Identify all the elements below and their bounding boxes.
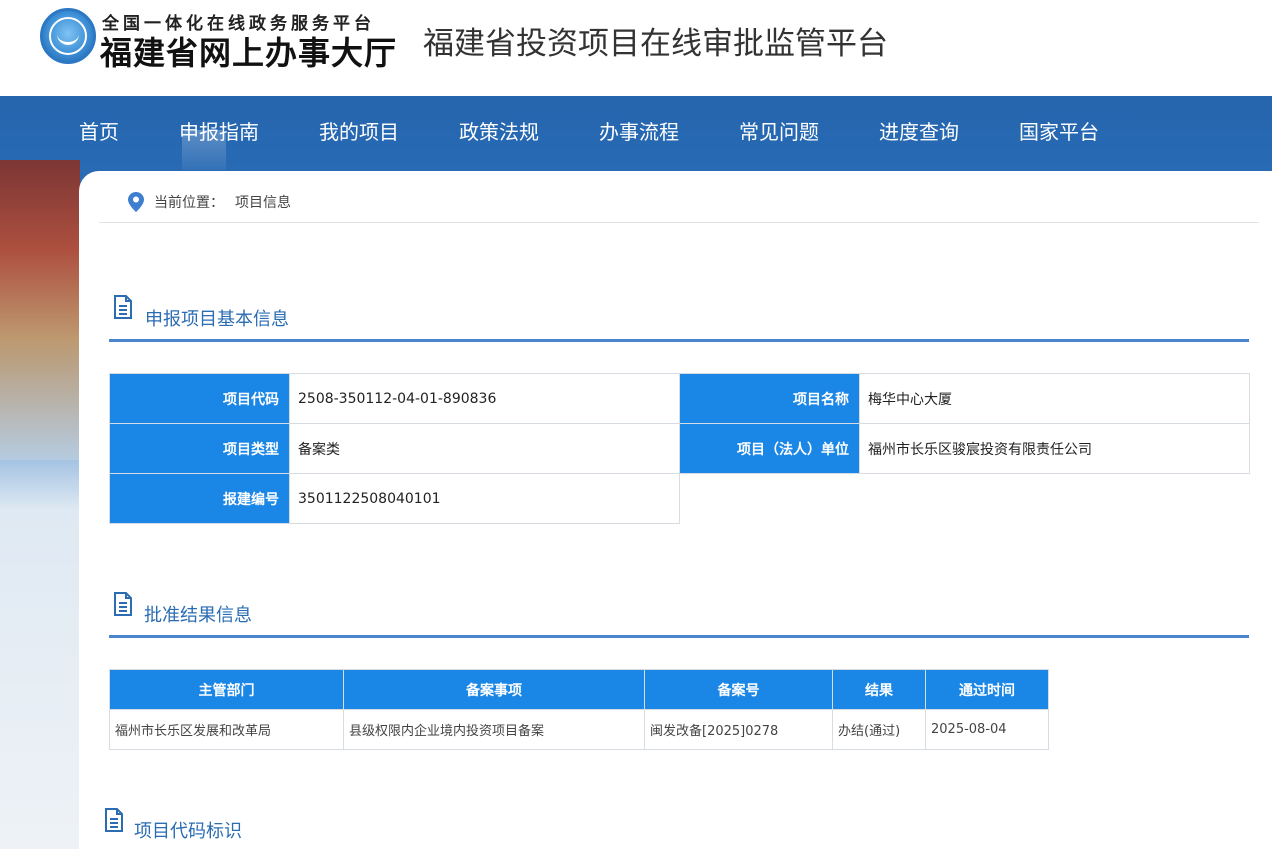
filing-number-cell: 闽发改备[2025]0278 (644, 709, 833, 750)
nav-item-national[interactable]: 国家平台 (1019, 116, 1099, 145)
nav-item-progress[interactable]: 进度查询 (879, 116, 959, 145)
table-row: 项目类型 备案类 项目（法人）单位 福州市长乐区骏宸投资有限责任公司 (109, 423, 1250, 474)
nav-item-policies[interactable]: 政策法规 (459, 116, 539, 145)
main-nav: 首页 申报指南 我的项目 政策法规 办事流程 常见问题 进度查询 国家平台 (0, 96, 1272, 162)
project-type-label: 项目类型 (109, 423, 290, 474)
filing-item-cell: 县级权限内企业境内投资项目备案 (343, 709, 645, 750)
location-pin-icon (128, 192, 144, 212)
document-icon (114, 295, 132, 319)
column-header: 备案号 (644, 669, 833, 710)
project-unit-label: 项目（法人）单位 (679, 423, 860, 474)
table-row: 项目代码 2508-350112-04-01-890836 项目名称 梅华中心大… (109, 373, 1250, 424)
pass-date-cell: 2025-08-04 (925, 709, 1049, 750)
project-name-value: 梅华中心大厦 (859, 373, 1250, 424)
department-cell: 福州市长乐区发展和改革局 (109, 709, 344, 750)
project-unit-value: 福州市长乐区骏宸投资有限责任公司 (859, 423, 1250, 474)
table-header-row: 主管部门 备案事项 备案号 结果 通过时间 (109, 669, 1049, 710)
document-icon (114, 592, 132, 616)
breadcrumb-current: 项目信息 (235, 195, 291, 211)
column-header: 通过时间 (925, 669, 1049, 710)
nav-item-home[interactable]: 首页 (79, 116, 119, 145)
table-row: 报建编号 3501122508040101 (109, 473, 1250, 524)
nav-item-faq[interactable]: 常见问题 (739, 116, 819, 145)
approval-result-table: 主管部门 备案事项 备案号 结果 通过时间 福州市长乐区发展和改革局 县级权限内… (109, 669, 1049, 750)
table-row: 福州市长乐区发展和改革局 县级权限内企业境内投资项目备案 闽发改备[2025]0… (109, 709, 1049, 750)
site-title: 福建省投资项目在线审批监管平台 (423, 26, 888, 62)
basic-info-table: 项目代码 2508-350112-04-01-890836 项目名称 梅华中心大… (109, 373, 1250, 524)
result-cell: 办结(通过) (832, 709, 926, 750)
nav-item-guide[interactable]: 申报指南 (179, 116, 259, 145)
report-number-label: 报建编号 (109, 473, 290, 524)
hall-name: 福建省网上办事大厅 (100, 34, 398, 72)
section-divider (109, 339, 1249, 342)
project-code-label: 项目代码 (109, 373, 290, 424)
section-title-approval: 批准结果信息 (144, 605, 252, 626)
column-header: 主管部门 (109, 669, 344, 710)
breadcrumb-divider (99, 222, 1259, 223)
site-header: 全国一体化在线政务服务平台 福建省网上办事大厅 福建省投资项目在线审批监管平台 (0, 0, 1272, 96)
column-header: 结果 (832, 669, 926, 710)
breadcrumb-label: 当前位置： (154, 195, 224, 211)
section-title-basic-info: 申报项目基本信息 (145, 309, 289, 330)
project-type-value: 备案类 (289, 423, 680, 474)
nav-item-my-projects[interactable]: 我的项目 (319, 116, 399, 145)
project-code-value: 2508-350112-04-01-890836 (289, 373, 680, 424)
column-header: 备案事项 (343, 669, 645, 710)
section-divider (109, 635, 1249, 638)
nav-item-process[interactable]: 办事流程 (599, 116, 679, 145)
section-title-code-mark: 项目代码标识 (134, 821, 242, 842)
document-icon (105, 808, 123, 832)
emblem-logo-icon[interactable] (40, 8, 96, 64)
pagoda-decoration (0, 160, 80, 460)
project-name-label: 项目名称 (679, 373, 860, 424)
report-number-value: 3501122508040101 (289, 473, 680, 524)
